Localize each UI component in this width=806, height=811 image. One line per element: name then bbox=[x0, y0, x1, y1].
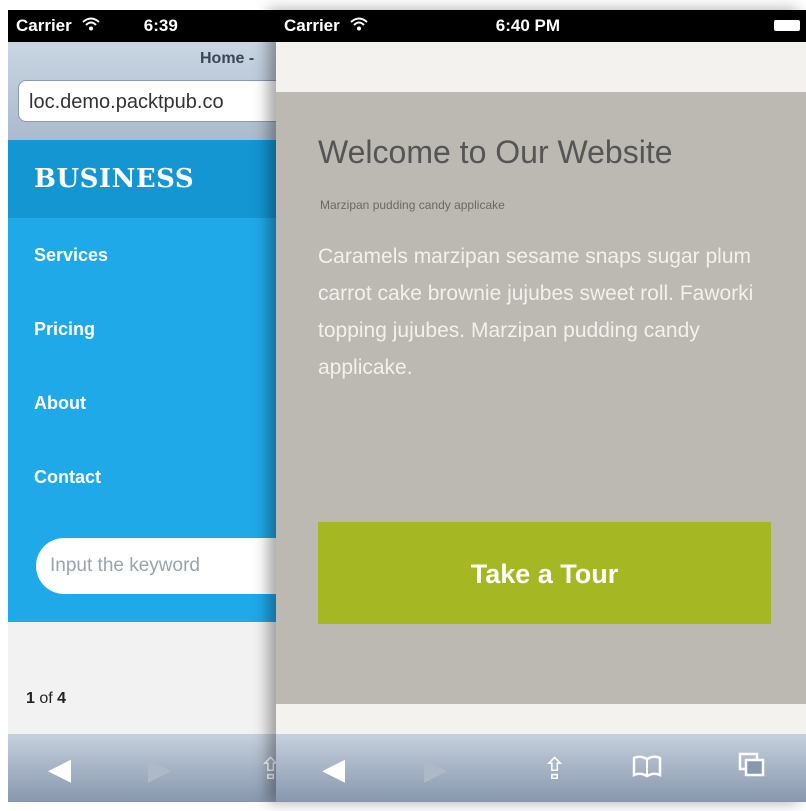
tabs-icon[interactable] bbox=[738, 752, 766, 786]
browser-address-area: Home - loc.demo.packtpub.co bbox=[8, 42, 298, 150]
right-phone-screen: Carrier 6:40 PM Welcome to Our Website M… bbox=[276, 10, 806, 802]
menu-item-pricing[interactable]: Pricing bbox=[8, 292, 298, 366]
hero-title: Welcome to Our Website bbox=[318, 134, 673, 170]
wifi-icon bbox=[350, 17, 368, 35]
screenshot-frame: Carrier 6:39 Home - loc.demo.packtpub.co… bbox=[0, 0, 806, 811]
bookmarks-icon[interactable] bbox=[632, 752, 662, 786]
pager-current: 1 bbox=[26, 690, 35, 707]
status-time: 6:39 bbox=[143, 16, 178, 35]
browser-toolbar: ◀ ▶ ⇪ bbox=[8, 734, 298, 802]
pager: 1 of 4 bbox=[26, 690, 66, 708]
carrier-label: Carrier bbox=[16, 16, 72, 35]
menu-item-contact[interactable]: Contact bbox=[8, 440, 298, 514]
search-input[interactable]: Input the keyword bbox=[36, 538, 298, 594]
brand-logo[interactable]: BUSINESS bbox=[8, 140, 298, 218]
menu-item-services[interactable]: Services bbox=[8, 218, 298, 292]
carrier-label: Carrier bbox=[284, 16, 340, 35]
back-icon[interactable]: ◀ bbox=[322, 752, 345, 787]
forward-icon[interactable]: ▶ bbox=[424, 752, 447, 787]
hero-section: Welcome to Our Website Marzipan pudding … bbox=[276, 92, 806, 704]
back-icon[interactable]: ◀ bbox=[48, 752, 71, 787]
take-a-tour-button[interactable]: Take a Tour bbox=[318, 522, 771, 624]
status-bar: Carrier 6:40 PM bbox=[276, 10, 806, 42]
wifi-icon bbox=[82, 17, 100, 35]
status-bar: Carrier 6:39 bbox=[8, 10, 298, 42]
forward-icon[interactable]: ▶ bbox=[148, 752, 171, 787]
menu-item-about[interactable]: About bbox=[8, 366, 298, 440]
share-icon[interactable]: ⇪ bbox=[542, 752, 567, 787]
page-title: Home - bbox=[200, 50, 255, 67]
nav-menu: BUSINESS Services Pricing About Contact … bbox=[8, 140, 298, 622]
status-time: 6:40 PM bbox=[495, 16, 561, 35]
pager-total: 4 bbox=[57, 690, 67, 707]
url-field[interactable]: loc.demo.packtpub.co bbox=[18, 80, 298, 122]
battery-icon bbox=[774, 20, 800, 31]
hero-subtitle: Marzipan pudding candy applicake bbox=[320, 198, 505, 212]
pager-of: of bbox=[39, 690, 53, 707]
browser-toolbar: ◀ ▶ ⇪ bbox=[276, 734, 806, 802]
hero-body: Caramels marzipan sesame snaps sugar plu… bbox=[318, 245, 754, 379]
left-phone-screen: Carrier 6:39 Home - loc.demo.packtpub.co… bbox=[8, 10, 298, 802]
